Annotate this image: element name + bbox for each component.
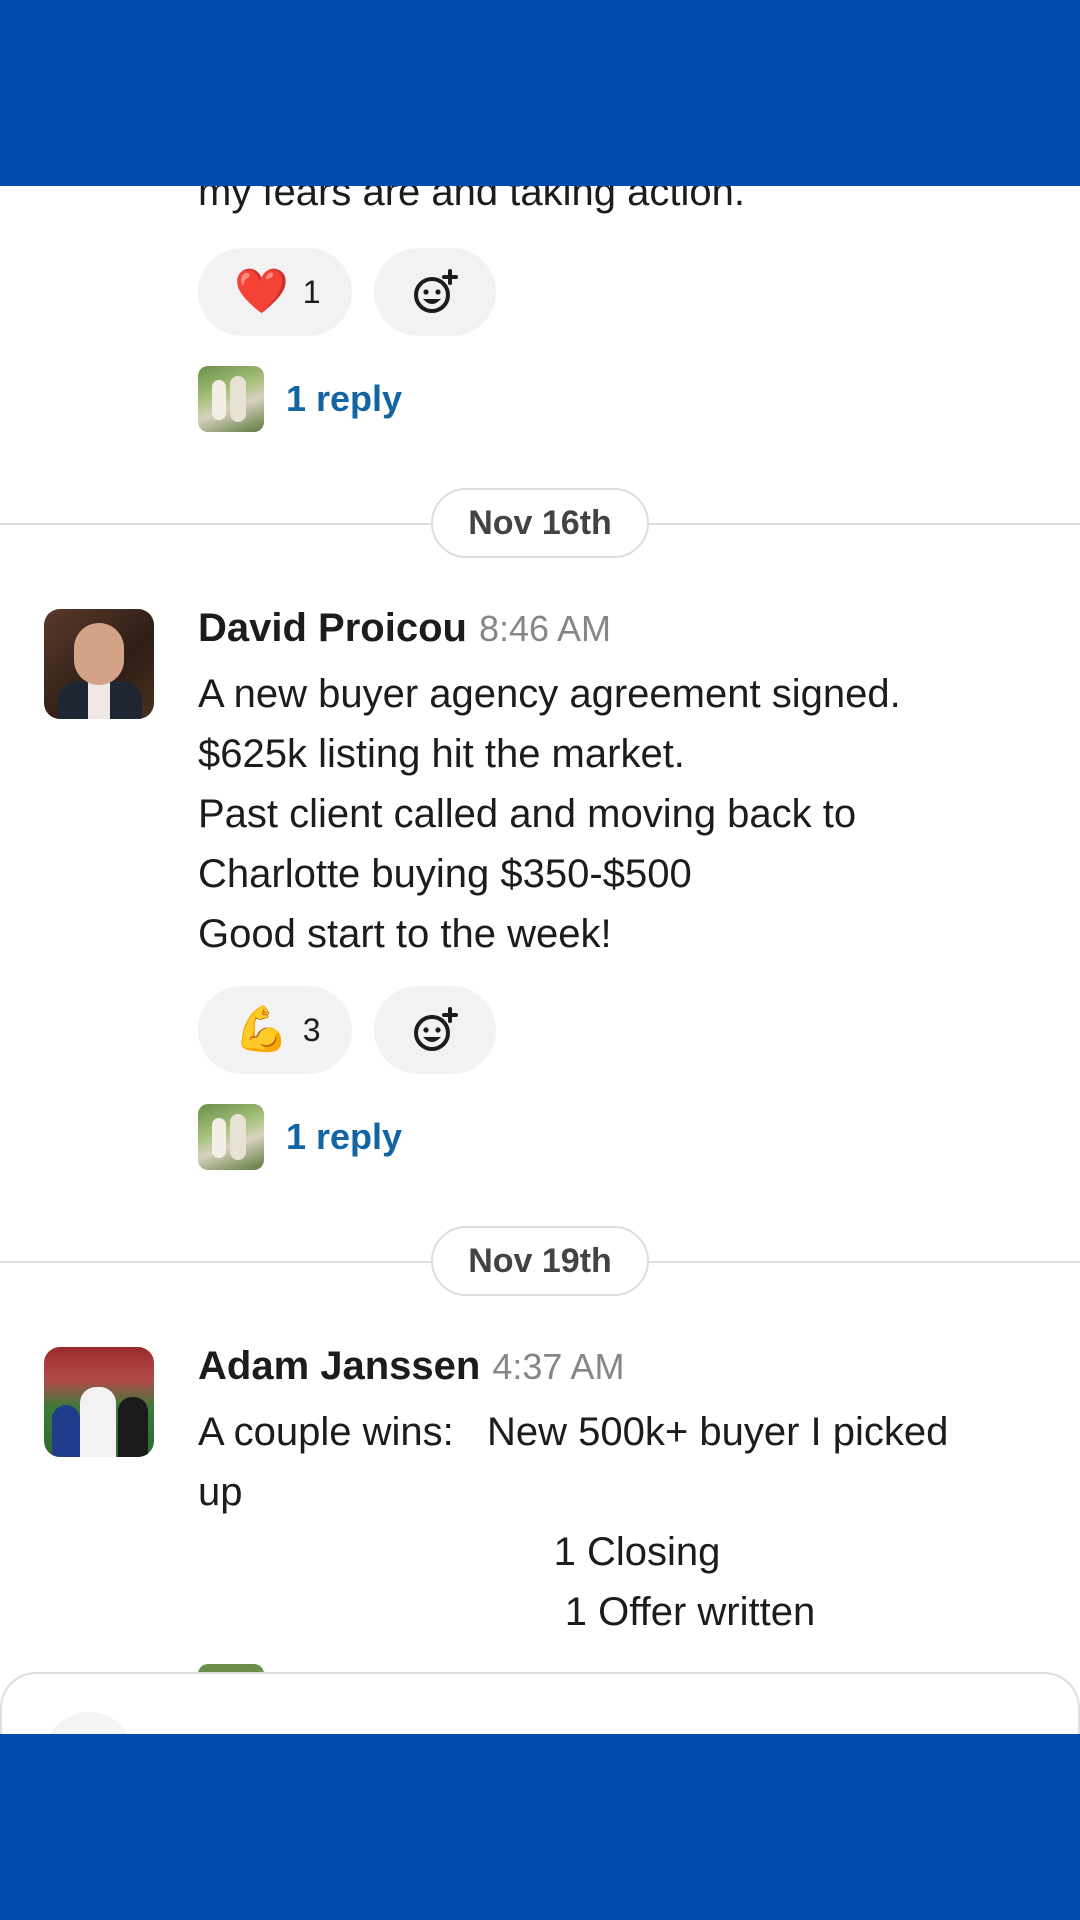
reaction-count: 1 [302, 273, 321, 310]
flexed-biceps-icon: 💪 [234, 1005, 289, 1054]
bottom-app-bar [0, 1734, 1080, 1920]
add-reaction-icon [414, 1007, 458, 1051]
message-list[interactable]: my fears are and taking action. ❤️ 1 1 r… [0, 186, 1080, 1734]
reply-count-link[interactable]: 1 reply [286, 1116, 402, 1158]
message-header: David Proicou 8:46 AM [198, 606, 611, 651]
add-reaction-button[interactable] [374, 248, 496, 336]
message-text-line: Charlotte buying $350-$500 [198, 852, 692, 896]
reaction-heart-button[interactable]: ❤️ 1 [198, 248, 352, 336]
reaction-flex-button[interactable]: 💪 3 [198, 986, 352, 1074]
avatar[interactable] [44, 1347, 154, 1457]
message-timestamp: 8:46 AM [478, 608, 612, 649]
add-reaction-button[interactable] [374, 986, 496, 1074]
date-pill[interactable]: Nov 16th [431, 488, 649, 558]
sender-name[interactable]: Adam Janssen [198, 1344, 480, 1389]
reply-avatar [198, 1104, 264, 1170]
top-app-bar [0, 0, 1080, 186]
message-text-line: Past client called and moving back to [198, 792, 857, 836]
date-pill[interactable]: Nov 19th [431, 1226, 649, 1296]
message-text-line: 1 Offer written [198, 1590, 816, 1634]
thread-replies[interactable]: 1 reply [198, 1104, 402, 1170]
thread-replies[interactable]: 1 reply [198, 366, 402, 432]
sender-name[interactable]: David Proicou [198, 606, 467, 651]
message-timestamp: 4:37 AM [492, 1346, 625, 1387]
reaction-count: 3 [302, 1011, 321, 1048]
message-text-line: A couple wins: New 500k+ buyer I picked [198, 1410, 949, 1454]
message-text-line: 1 Closing [198, 1530, 721, 1574]
reply-count-link[interactable]: 1 reply [286, 378, 402, 420]
add-reaction-icon [414, 269, 458, 313]
reply-avatar [198, 366, 264, 432]
message-text-line: $625k listing hit the market. [198, 732, 685, 776]
red-heart-icon: ❤️ [234, 267, 289, 316]
message-header: Adam Janssen 4:37 AM [198, 1344, 624, 1389]
message-text-line: my fears are and taking action. [198, 186, 745, 214]
message-composer[interactable] [0, 1672, 1080, 1734]
message-text-line: A new buyer agency agreement signed. [198, 672, 901, 716]
avatar[interactable] [44, 609, 154, 719]
message-text-line: Good start to the week! [198, 912, 612, 956]
message-text-line: up [198, 1470, 243, 1514]
